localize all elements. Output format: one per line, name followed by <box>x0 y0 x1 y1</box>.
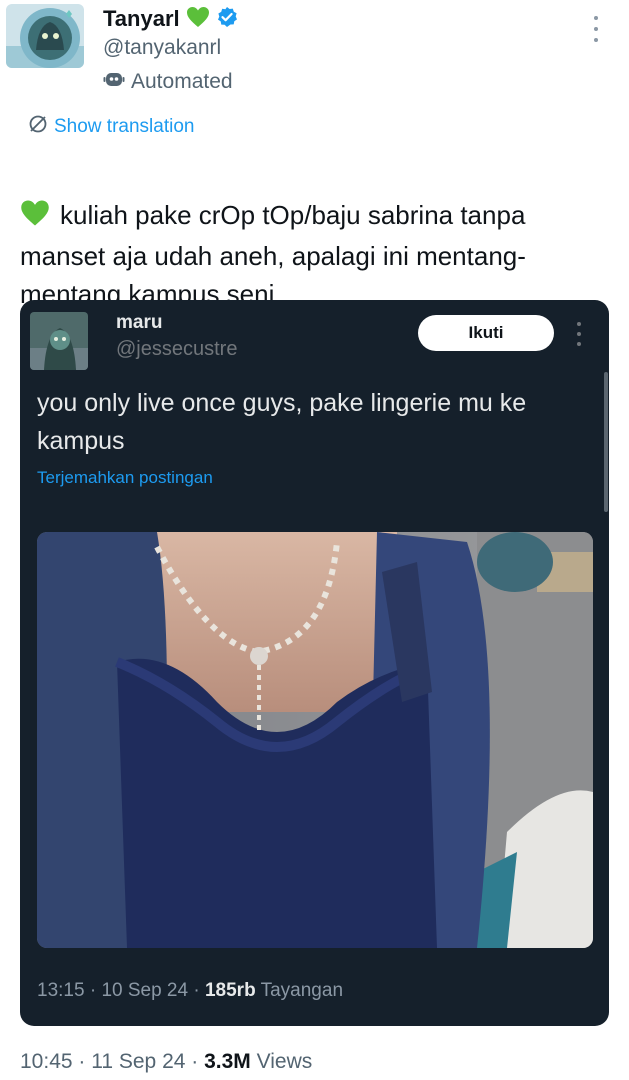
automated-label: Automated <box>131 70 233 93</box>
post-meta: 10:45 · 11 Sep 24 · 3.3M Views <box>20 1050 313 1073</box>
quoted-post-screenshot[interactable]: maru @jessecustre Ikuti you only live on… <box>20 300 609 1026</box>
post-views-label: Views <box>256 1050 313 1073</box>
quoted-author-name: maru <box>116 312 163 333</box>
post-views-count[interactable]: 3.3M <box>204 1050 251 1073</box>
quoted-avatar <box>30 312 88 370</box>
scrollbar <box>604 372 608 512</box>
quoted-date: 10 Sep 24 <box>101 980 189 1001</box>
quoted-views-label: Tayangan <box>260 980 344 1001</box>
tweet-text: kuliah pake crOp tOp/baju sabrina tanpa … <box>20 158 600 313</box>
green-heart-icon <box>20 199 50 237</box>
quoted-photo <box>37 532 593 948</box>
translate-icon <box>28 114 48 140</box>
post-date[interactable]: 11 Sep 24 <box>91 1050 185 1073</box>
show-translation-label[interactable]: Show translation <box>54 116 194 138</box>
quoted-text: you only live once guys, pake lingerie m… <box>37 389 527 455</box>
follow-button: Ikuti <box>418 315 554 351</box>
quoted-more-icon <box>574 322 584 346</box>
green-heart-icon <box>186 6 210 33</box>
more-options-icon[interactable] <box>586 16 606 42</box>
author-handle[interactable]: @tanyakanrl <box>103 36 221 60</box>
quoted-time: 13:15 <box>37 980 85 1001</box>
quoted-author-handle: @jessecustre <box>116 338 238 360</box>
automated-label-row: Automated <box>103 68 233 96</box>
avatar[interactable] <box>6 4 84 68</box>
quoted-views-count: 185rb <box>204 980 256 1001</box>
author-name-row[interactable]: Tanyarl <box>103 6 238 32</box>
verified-badge-icon <box>216 6 238 33</box>
tweet-body: kuliah pake crOp tOp/baju sabrina tanpa … <box>20 200 526 309</box>
post-time[interactable]: 10:45 <box>20 1050 73 1073</box>
author-name[interactable]: Tanyarl <box>103 6 180 32</box>
show-translation-link[interactable]: Show translation <box>28 114 194 140</box>
bot-icon <box>103 68 125 96</box>
quoted-translate-link: Terjemahkan postingan <box>37 468 213 487</box>
quoted-meta: 13:15 · 10 Sep 24 · 185rb Tayangan <box>37 980 344 1001</box>
